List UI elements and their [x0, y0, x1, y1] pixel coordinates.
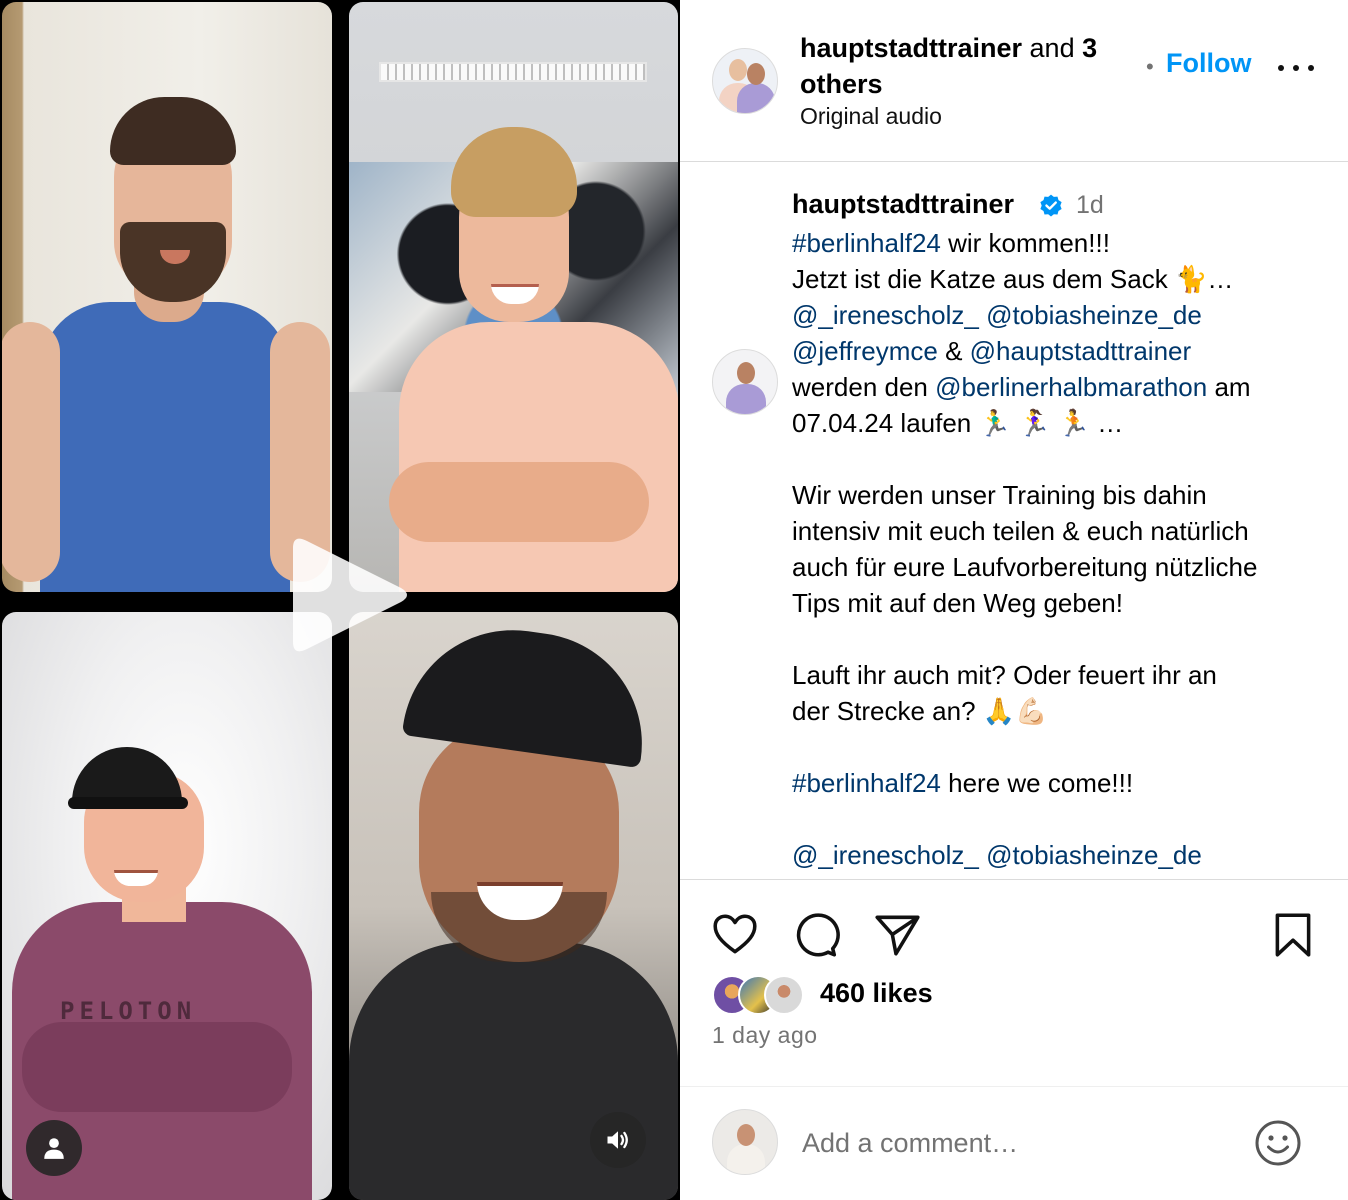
hashtag-link[interactable]: #berlinhalf24: [792, 768, 941, 798]
author-avatar[interactable]: [712, 48, 778, 114]
caption-text-segment: 07.04.24 laufen 🏃‍♂️ 🏃‍♀️ 🏃 …: [792, 408, 1124, 438]
user-icon: [44, 1138, 64, 1159]
shirt-logo: PELOTON: [60, 997, 197, 1025]
caption-text-segment: here we come!!!: [940, 768, 1134, 798]
verified-icon: [1040, 194, 1062, 217]
post-panel: hauptstadttrainer and 3 others Original …: [680, 0, 1348, 1200]
author-username[interactable]: hauptstadttrainer: [800, 33, 1022, 63]
caption-line: werden den @berlinerhalbmarathon am: [792, 369, 1332, 405]
caption-text-segment: [979, 840, 986, 870]
caption-line: Tips mit auf den Weg geben!: [792, 585, 1332, 621]
follow-button[interactable]: Follow: [1166, 48, 1251, 79]
and-text: and: [1022, 33, 1083, 63]
mention-link[interactable]: @jeffreymce: [792, 336, 938, 366]
caption-area[interactable]: hauptstadttrainer 1d #berlinhalf24 wir k…: [680, 163, 1348, 880]
caption-time: 1d: [1076, 191, 1104, 219]
bookmark-icon[interactable]: [1268, 910, 1318, 960]
caption-text-segment: wir kommen!!!: [940, 228, 1110, 258]
caption-text-segment: der Strecke an? 🙏💪🏻: [792, 696, 1048, 726]
comment-input[interactable]: [802, 1125, 1222, 1161]
comment-icon[interactable]: [790, 910, 840, 960]
mention-link[interactable]: @_irenescholz_: [792, 300, 979, 330]
video-player[interactable]: PELOTON: [0, 0, 680, 1200]
mention-link[interactable]: @berlinerhalbmarathon: [935, 372, 1207, 402]
caption-text-segment: Jetzt ist die Katze aus dem Sack 🐈…: [792, 264, 1234, 294]
emoji-icon[interactable]: [1254, 1119, 1302, 1167]
video-tile-top-right: [349, 2, 678, 592]
caption-line: #berlinhalf24 wir kommen!!!: [792, 225, 1332, 261]
comment-box: [680, 1086, 1348, 1200]
caption-text-segment: [979, 300, 986, 330]
video-tile-bottom-right: [349, 612, 678, 1200]
caption-text-segment: &: [937, 336, 970, 366]
share-icon[interactable]: [872, 910, 922, 960]
caption-line: Jetzt ist die Katze aus dem Sack 🐈…: [792, 261, 1332, 297]
caption-username[interactable]: hauptstadttrainer: [792, 189, 1014, 220]
caption-line: @jeffreymce & @hauptstadttrainer: [792, 333, 1332, 369]
caption-line: @jeffreymce & @hauptstadttrainer: [792, 873, 1332, 879]
liker-avatars[interactable]: [712, 972, 804, 1018]
video-tile-bottom-left: PELOTON: [2, 612, 332, 1200]
caption-line: intensiv mit euch teilen & euch natürlic…: [792, 513, 1332, 549]
tagged-users-button[interactable]: [26, 1120, 82, 1176]
post-authors[interactable]: hauptstadttrainer and 3 others: [800, 30, 1140, 102]
caption-text-segment: am: [1207, 372, 1251, 402]
mention-link[interactable]: @hauptstadttrainer: [970, 336, 1192, 366]
caption-text-segment: Wir werden unser Training bis dahin: [792, 480, 1207, 510]
liker-avatar: [764, 975, 804, 1015]
caption-text-segment: werden den: [792, 372, 936, 402]
mention-link[interactable]: @tobiasheinze_de: [986, 840, 1202, 870]
caption-line: auch für eure Laufvorbereitung nützliche: [792, 549, 1332, 585]
caption-line: der Strecke an? 🙏💪🏻: [792, 693, 1332, 729]
post-date[interactable]: 1 day ago: [712, 1022, 818, 1049]
heart-icon[interactable]: [710, 910, 760, 960]
caption-line: Lauft ihr auch mit? Oder feuert ihr an: [792, 657, 1332, 693]
caption-avatar[interactable]: [712, 349, 778, 415]
speaker-icon: [607, 1131, 628, 1149]
caption-text-segment: auch für eure Laufvorbereitung nützliche: [792, 552, 1258, 582]
audio-label[interactable]: Original audio: [800, 103, 942, 130]
caption-line: @_irenescholz_ @tobiasheinze_de: [792, 297, 1332, 333]
mention-link[interactable]: @_irenescholz_: [792, 840, 979, 870]
caption-line: #berlinhalf24 here we come!!!: [792, 765, 1332, 801]
caption-text-segment: Lauft ihr auch mit? Oder feuert ihr an: [792, 660, 1217, 690]
caption-text: #berlinhalf24 wir kommen!!! Jetzt ist die…: [792, 225, 1332, 879]
hashtag-link[interactable]: #berlinhalf24: [792, 228, 941, 258]
audio-toggle-button[interactable]: [590, 1112, 646, 1168]
caption-text-segment: intensiv mit euch teilen & euch natürlic…: [792, 516, 1249, 546]
caption-line: @_irenescholz_ @tobiasheinze_de: [792, 837, 1332, 873]
mention-link[interactable]: @tobiasheinze_de: [986, 300, 1202, 330]
play-icon[interactable]: [283, 530, 413, 660]
current-user-avatar: [712, 1109, 778, 1175]
post-header: hauptstadttrainer and 3 others Original …: [680, 0, 1348, 162]
caption-line: 07.04.24 laufen 🏃‍♂️ 🏃‍♀️ 🏃 …: [792, 405, 1332, 441]
separator-dot: •: [1146, 54, 1154, 79]
likes-count[interactable]: 460 likes: [820, 978, 933, 1009]
caption-text-segment: Tips mit auf den Weg geben!: [792, 588, 1123, 618]
caption-line: Wir werden unser Training bis dahin: [792, 477, 1332, 513]
video-tile-top-left: [2, 2, 332, 592]
more-icon[interactable]: [1278, 56, 1314, 80]
